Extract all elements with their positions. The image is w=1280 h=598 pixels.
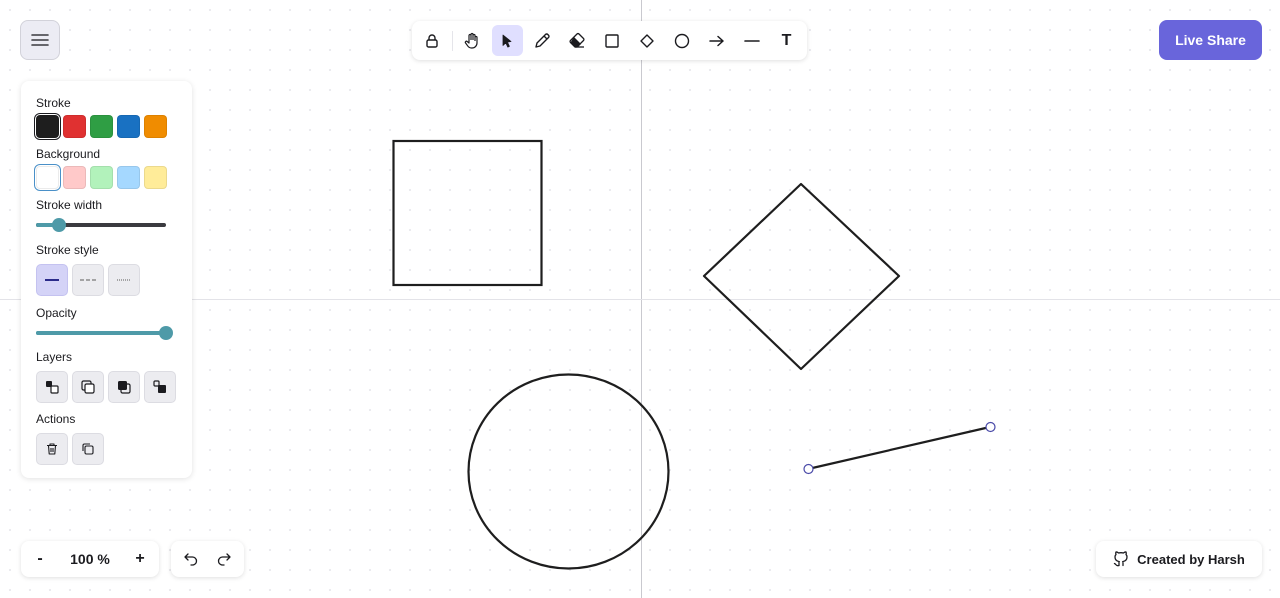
main-menu-button[interactable] xyxy=(20,20,60,60)
send-backward-icon xyxy=(81,380,95,394)
background-color-picker xyxy=(34,164,177,191)
eraser-tool-button[interactable] xyxy=(562,25,593,56)
rectangle-icon xyxy=(605,33,619,48)
stroke-color-red[interactable] xyxy=(63,115,86,138)
bring-to-front-button[interactable] xyxy=(144,371,176,403)
text-tool-button[interactable]: T xyxy=(771,25,802,56)
eraser-icon xyxy=(569,32,585,48)
arrow-icon xyxy=(708,35,724,46)
pencil-icon xyxy=(535,32,550,48)
background-color-pink[interactable] xyxy=(63,166,86,189)
line-shape[interactable] xyxy=(806,425,992,471)
ellipse-tool-button[interactable] xyxy=(666,25,697,56)
opacity-slider[interactable] xyxy=(36,325,173,341)
zoom-in-button[interactable]: + xyxy=(127,545,153,573)
stroke-color-blue[interactable] xyxy=(117,115,140,138)
stroke-width-label: Stroke width xyxy=(36,198,103,212)
background-label: Background xyxy=(36,147,101,161)
duplicate-button[interactable] xyxy=(72,433,104,465)
stroke-style-solid-button[interactable] xyxy=(36,264,68,296)
bring-forward-button[interactable] xyxy=(108,371,140,403)
hamburger-icon xyxy=(31,34,49,46)
send-to-back-button[interactable] xyxy=(36,371,68,403)
properties-panel: Stroke Background Stroke width Stroke st… xyxy=(21,81,192,478)
redo-button[interactable] xyxy=(210,545,238,573)
undo-icon xyxy=(184,553,198,566)
trash-icon xyxy=(47,443,57,455)
arrow-tool-button[interactable] xyxy=(701,25,732,56)
live-share-button[interactable]: Live Share xyxy=(1159,20,1262,60)
background-color-white[interactable] xyxy=(34,164,61,191)
delete-button[interactable] xyxy=(36,433,68,465)
actions-label: Actions xyxy=(36,412,76,426)
layers-label: Layers xyxy=(36,350,73,364)
background-color-green[interactable] xyxy=(90,166,113,189)
stroke-color-orange[interactable] xyxy=(144,115,167,138)
solid-line-icon xyxy=(45,279,59,281)
send-backward-button[interactable] xyxy=(72,371,104,403)
duplicate-icon xyxy=(82,443,94,455)
opacity-label: Opacity xyxy=(36,306,77,320)
zoom-out-button[interactable]: - xyxy=(27,545,53,573)
pencil-tool-button[interactable] xyxy=(527,25,558,56)
line-tool-button[interactable] xyxy=(736,25,767,56)
history-controls xyxy=(171,541,244,577)
lock-tool-button[interactable] xyxy=(417,25,448,56)
lock-icon xyxy=(426,33,439,48)
opacity-fill xyxy=(36,331,166,335)
zoom-level[interactable]: 100 % xyxy=(70,551,110,567)
line-icon xyxy=(743,39,760,42)
selection-tool-button[interactable] xyxy=(491,25,523,56)
shape-toolbar: T xyxy=(412,21,807,60)
hand-tool-button[interactable] xyxy=(457,25,488,56)
stroke-label: Stroke xyxy=(36,96,71,110)
canvas-shapes[interactable] xyxy=(0,0,1280,598)
text-icon: T xyxy=(781,31,792,49)
created-by-label: Created by Harsh xyxy=(1137,551,1245,567)
dotted-line-icon xyxy=(117,279,131,281)
diamond-tool-button[interactable] xyxy=(631,25,662,56)
zoom-controls: - 100 % + xyxy=(21,541,159,577)
stroke-style-label: Stroke style xyxy=(36,243,99,257)
stroke-color-green[interactable] xyxy=(90,115,113,138)
stroke-style-dotted-button[interactable] xyxy=(108,264,140,296)
line-start-handle[interactable] xyxy=(803,463,814,475)
ellipse-icon xyxy=(674,33,689,48)
stroke-style-dashed-button[interactable] xyxy=(72,264,104,296)
stroke-style-picker xyxy=(36,264,177,296)
opacity-thumb[interactable] xyxy=(159,326,173,340)
diamond-shape[interactable] xyxy=(702,182,901,371)
undo-button[interactable] xyxy=(177,545,205,573)
line-end-handle[interactable] xyxy=(985,421,996,433)
stroke-width-slider[interactable] xyxy=(36,217,166,233)
background-color-yellow[interactable] xyxy=(144,166,167,189)
layers-controls xyxy=(36,371,177,403)
drawing-canvas[interactable] xyxy=(0,0,1280,598)
dashed-line-icon xyxy=(80,279,96,281)
actions-controls xyxy=(36,433,177,465)
hand-icon xyxy=(465,32,478,49)
ellipse-shape[interactable] xyxy=(467,373,670,570)
send-to-back-icon xyxy=(46,381,59,394)
stroke-color-picker xyxy=(34,113,177,140)
redo-icon xyxy=(217,553,231,566)
github-icon xyxy=(1114,551,1128,567)
created-by-link[interactable]: Created by Harsh xyxy=(1096,541,1262,577)
diamond-icon xyxy=(640,33,654,48)
rectangle-tool-button[interactable] xyxy=(597,25,628,56)
bring-forward-icon xyxy=(118,381,131,394)
bring-to-front-icon xyxy=(153,380,166,393)
stroke-width-thumb[interactable] xyxy=(52,218,67,232)
background-color-blue[interactable] xyxy=(117,166,140,189)
pointer-icon xyxy=(502,34,512,47)
stroke-color-black[interactable] xyxy=(34,113,61,140)
toolbar-separator xyxy=(451,30,453,51)
rectangle-shape[interactable] xyxy=(392,139,543,287)
